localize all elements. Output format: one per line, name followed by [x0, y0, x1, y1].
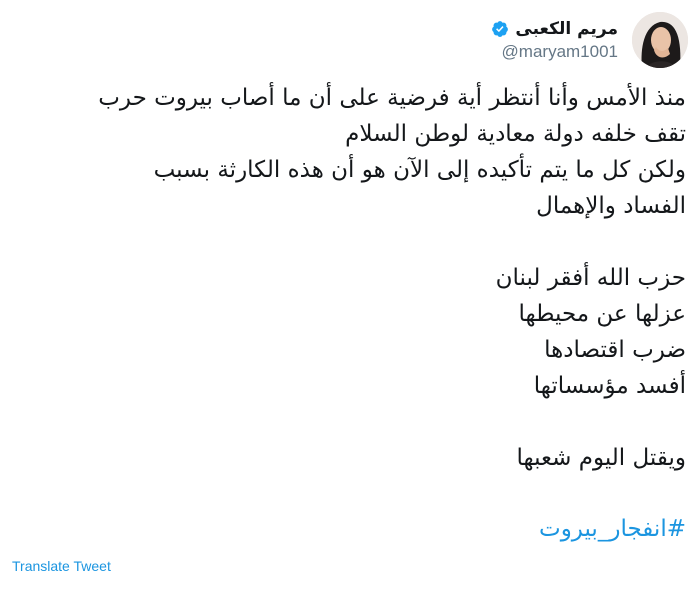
tweet-line: حزب الله أفقر لبنان [495, 265, 686, 291]
tweet-line: عزلها عن محيطها [518, 301, 686, 327]
tweet-line: تقف خلفه دولة معادية لوطن السلام [345, 121, 686, 147]
user-handle[interactable]: @maryam1001 [502, 42, 618, 62]
avatar-image [632, 12, 688, 68]
tweet-card: مريم الكعبى @maryam1001 منذ الأمس وأنا أ… [0, 0, 700, 590]
verified-badge-icon [491, 20, 509, 38]
tweet-line: الفساد والإهمال [536, 193, 686, 219]
translate-tweet-link[interactable]: Translate Tweet [12, 558, 111, 574]
tweet-text: منذ الأمس وأنا أنتظر أية فرضية على أن ما… [14, 80, 686, 476]
hashtag-link[interactable]: #انفجار_بيروت [539, 516, 686, 542]
tweet-line: ويقتل اليوم شعبها [516, 445, 686, 471]
tweet-line: أفسد مؤسساتها [533, 373, 686, 399]
avatar[interactable] [632, 12, 688, 68]
tweet-line: منذ الأمس وأنا أنتظر أية فرضية على أن ما… [98, 85, 686, 111]
name-row: مريم الكعبى [491, 19, 618, 39]
tweet-line: ولكن كل ما يتم تأكيده إلى الآن هو أن هذه… [153, 157, 686, 183]
tweet-header: مريم الكعبى @maryam1001 [491, 10, 688, 70]
display-name[interactable]: مريم الكعبى [515, 19, 618, 39]
user-meta: مريم الكعبى @maryam1001 [491, 19, 618, 62]
tweet-line: ضرب اقتصادها [544, 337, 686, 363]
